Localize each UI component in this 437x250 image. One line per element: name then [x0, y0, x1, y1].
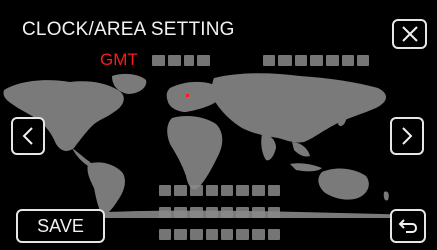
close-icon [401, 26, 418, 42]
area-name-row [159, 185, 280, 196]
gmt-offset-value [152, 55, 210, 66]
screen-title: CLOCK/AREA SETTING [22, 19, 235, 40]
area-name-row [159, 229, 280, 240]
chevron-left-icon [22, 127, 33, 145]
location-marker [186, 94, 189, 97]
area-name-row [159, 207, 280, 218]
back-button[interactable] [390, 209, 426, 243]
next-area-button[interactable] [390, 117, 424, 155]
chevron-right-icon [402, 127, 413, 145]
close-button[interactable] [392, 19, 427, 49]
save-button[interactable]: SAVE [16, 209, 105, 243]
clock-area-setting-screen: CLOCK/AREA SETTING GMT SAVE [0, 0, 437, 250]
gmt-label: GMT [100, 50, 138, 69]
return-arrow-icon [398, 219, 418, 233]
previous-area-button[interactable] [11, 117, 45, 155]
current-time-value [263, 55, 369, 66]
